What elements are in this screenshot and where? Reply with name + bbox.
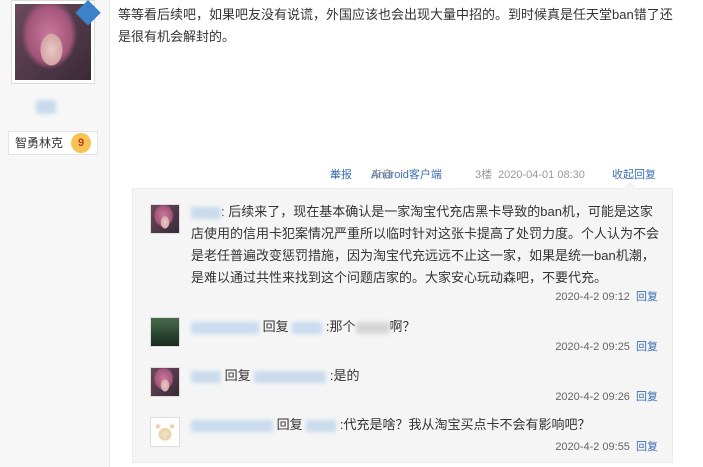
reply-item: 回复 :是的 (191, 365, 661, 387)
device-info: 来自 Android客户端 (371, 166, 442, 184)
reply-time: 2020-4-2 09:25 (555, 341, 630, 353)
reply-time: 2020-4-2 09:26 (555, 391, 630, 403)
reply-meta: 2020-4-2 09:12 回复 (555, 289, 658, 305)
reply-button[interactable]: 回复 (636, 441, 658, 453)
reply-time: 2020-4-2 09:12 (555, 291, 630, 303)
reply-item: : 后续来了，现在基本确认是一家淘宝代充店黑卡导致的ban机，可能是这家店使用的… (191, 204, 660, 285)
post-date: 2020-04-01 08:30 (498, 169, 585, 181)
reply-content: 后续来了，现在基本确认是一家淘宝代充店黑卡导致的ban机，可能是这家店使用的信用… (191, 204, 660, 285)
reply-button[interactable]: 回复 (636, 391, 658, 403)
reply-item: 回复 :那个 啊？ (191, 316, 661, 338)
reply-avatar[interactable] (150, 367, 180, 397)
reply-meta: 2020-4-2 09:25 回复 (555, 339, 658, 355)
floor-number: 3楼 (475, 169, 493, 181)
post-body: 等等看后续吧，如果吧友没有说谎，外国应该也会出现大量中招的。到时候真是任天堂ba… (118, 7, 673, 44)
reply-button[interactable]: 回复 (636, 341, 658, 353)
user-title: 智勇林克 (15, 136, 64, 150)
reply-content: :是的 (329, 368, 360, 383)
reply-avatar[interactable] (150, 317, 180, 347)
reply-item: 回复 :代充是啥？我从淘宝买点卡不会有影响吧？ (191, 414, 661, 436)
reply-meta: 2020-4-2 09:26 回复 (555, 389, 658, 405)
level-icon: 9 (71, 133, 91, 153)
reply-word: 回复 (276, 417, 303, 432)
report-label: 举报 (330, 169, 352, 181)
reply-avatar[interactable] (150, 417, 180, 447)
post-meta: ⚠ 举报 来自 Android客户端 3楼 2020-04-01 08:30 收起回… (330, 166, 660, 184)
reply-avatar[interactable] (150, 204, 180, 234)
reply-time: 2020-4-2 09:55 (555, 441, 630, 453)
reply-target-username[interactable] (292, 321, 323, 334)
reply-word: 回复 (262, 319, 289, 334)
device-prefix: 来自 (371, 169, 393, 181)
reply-content: :代充是啥？我从淘宝买点卡不会有影响吧？ (339, 417, 591, 432)
user-title-badge[interactable]: 智勇林克 9 (8, 131, 98, 155)
reply-target-username[interactable] (254, 370, 327, 383)
redacted-text (355, 321, 390, 334)
reply-target-username[interactable] (306, 419, 337, 432)
reply-content-a: :那个 (325, 319, 356, 334)
reply-username[interactable] (191, 321, 259, 334)
reply-word: 回复 (224, 368, 251, 383)
user-sidebar: 智勇林克 9 (0, 0, 110, 467)
reply-username[interactable] (191, 419, 273, 432)
reply-username[interactable] (191, 206, 221, 219)
reply-username[interactable] (191, 370, 221, 383)
reply-meta: 2020-4-2 09:55 回复 (555, 439, 658, 455)
reply-list: : 后续来了，现在基本确认是一家淘宝代充店黑卡导致的ban机，可能是这家店使用的… (132, 182, 673, 463)
username[interactable] (36, 100, 56, 114)
reply-content-b: 啊？ (389, 319, 416, 334)
reply-button[interactable]: 回复 (636, 291, 658, 303)
